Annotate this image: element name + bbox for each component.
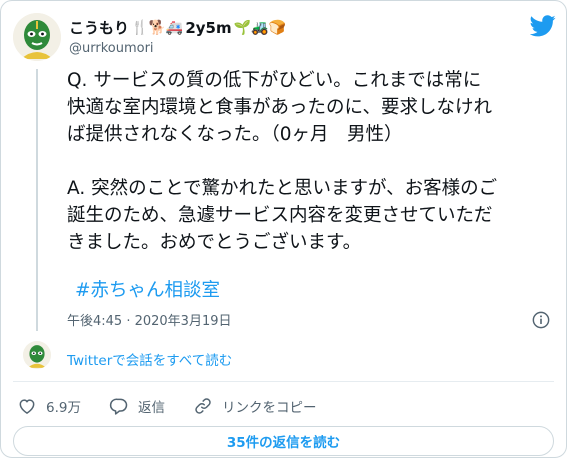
reply-button[interactable]: 返信 (109, 396, 165, 416)
copy-link-label: リンクをコピー (221, 400, 317, 416)
author-name-row[interactable]: こうもり 🍴🐕🚑 2y5m 🌱🚜🍞 (69, 17, 286, 38)
info-icon[interactable] (532, 311, 550, 329)
copy-link-button[interactable]: リンクをコピー (193, 396, 317, 416)
author-handle[interactable]: @urrkoumori (69, 41, 154, 56)
link-icon (195, 398, 211, 414)
tweet-timestamp[interactable]: 午後4:45 · 2020年3月19日 (67, 310, 232, 329)
display-name[interactable]: こうもり (69, 17, 129, 38)
reply-icon (109, 398, 128, 415)
read-replies-button[interactable]: 35件の返信を読む (13, 426, 554, 456)
twitter-bird-icon[interactable] (530, 15, 556, 37)
tweet-header: こうもり 🍴🐕🚑 2y5m 🌱🚜🍞 @urrkoumori (13, 13, 556, 61)
wrestler-mask-avatar-icon (13, 13, 61, 61)
name-emoji-group: 🍴🐕🚑 (131, 19, 184, 36)
reply-label: 返信 (137, 400, 165, 416)
thread-avatar[interactable] (23, 341, 51, 369)
name-emoji-group-2: 🌱🚜🍞 (233, 19, 286, 36)
thread-line (36, 69, 38, 331)
avatar[interactable] (13, 13, 61, 61)
divider (13, 381, 554, 382)
wrestler-mask-avatar-icon (23, 341, 51, 369)
like-count: 6.9万 (46, 400, 81, 416)
tweet-text: Q. サービスの質の低下がひどい。これまでは常に 快適な室内環境と食事があったの… (67, 70, 498, 253)
read-full-conversation-link[interactable]: Twitterで会話をすべて読む (67, 349, 232, 369)
hashtag-link[interactable]: #赤ちゃん相談室 (75, 276, 220, 302)
heart-icon (19, 399, 35, 414)
action-bar: 6.9万 返信 リンクをコピー (17, 396, 344, 416)
like-button[interactable]: 6.9万 (17, 396, 81, 416)
tweet-card: こうもり 🍴🐕🚑 2y5m 🌱🚜🍞 @urrkoumori Q. サービスの質の… (0, 0, 567, 458)
age-tag: 2y5m (185, 18, 232, 37)
